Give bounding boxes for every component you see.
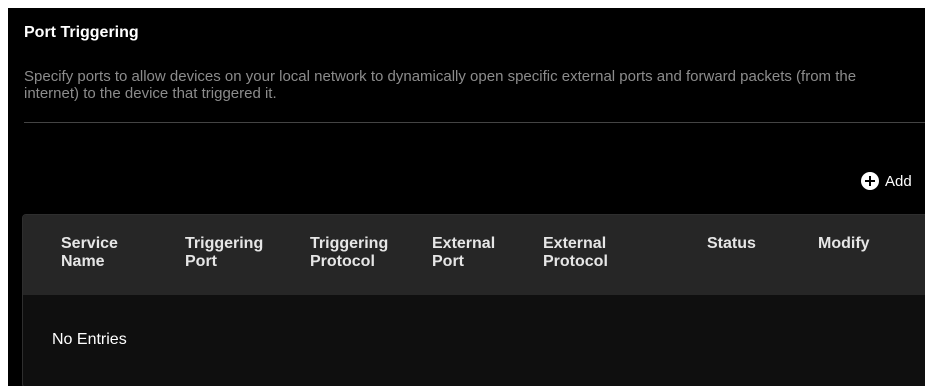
table-header: Service Name Triggering Port Triggering … bbox=[23, 215, 925, 295]
column-header-text: Triggering bbox=[310, 235, 389, 252]
column-header-text: Service bbox=[61, 235, 118, 252]
column-header-status: Status bbox=[707, 235, 756, 253]
port-triggering-panel: Port Triggering Specify ports to allow d… bbox=[8, 8, 925, 386]
page-title: Port Triggering bbox=[24, 24, 139, 41]
column-header-text: External bbox=[432, 235, 496, 252]
column-header-external-protocol: External Protocol bbox=[543, 235, 608, 271]
column-header-text: Modify bbox=[818, 235, 870, 252]
column-header-triggering-port: Triggering Port bbox=[185, 235, 263, 271]
empty-table-message: No Entries bbox=[52, 331, 127, 348]
page-description: Specify ports to allow devices on your l… bbox=[24, 68, 857, 102]
column-header-text: Protocol bbox=[310, 253, 375, 270]
add-button-label: Add bbox=[885, 172, 912, 190]
column-header-external-port: External Port bbox=[432, 235, 495, 271]
column-header-text: Name bbox=[61, 253, 105, 270]
column-header-modify: Modify bbox=[818, 235, 870, 253]
column-header-text: Port bbox=[185, 253, 217, 270]
add-button[interactable]: Add bbox=[861, 172, 912, 190]
column-header-text: Protocol bbox=[543, 253, 608, 270]
plus-circle-icon bbox=[861, 172, 879, 190]
column-header-text: External bbox=[543, 235, 607, 252]
column-header-text: Status bbox=[707, 235, 756, 252]
column-header-triggering-protocol: Triggering Protocol bbox=[310, 235, 388, 271]
port-triggering-table: Service Name Triggering Port Triggering … bbox=[22, 214, 925, 386]
column-header-text: Triggering bbox=[185, 235, 264, 252]
column-header-text: Port bbox=[432, 253, 464, 270]
column-header-service-name: Service Name bbox=[61, 235, 118, 271]
divider bbox=[24, 122, 925, 123]
